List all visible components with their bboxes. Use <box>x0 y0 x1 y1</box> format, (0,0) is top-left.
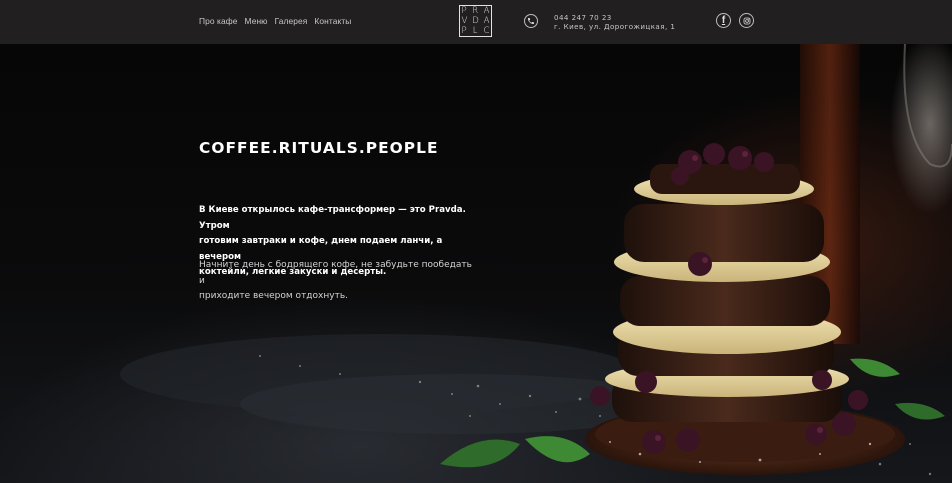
nav-link-menu[interactable]: Меню <box>245 16 268 26</box>
pravda-logo[interactable]: P R A V D A P L C <box>459 5 492 37</box>
logo-row: V D A <box>461 16 490 26</box>
nav-link-gallery[interactable]: Галерея <box>275 16 308 26</box>
address: г. Киев, ул. Дорогожицкая, 1 <box>554 21 676 31</box>
phone-icon[interactable] <box>524 14 538 28</box>
hero-body-text: Начните день с бодрящего кофе, не забудь… <box>199 260 472 301</box>
facebook-icon[interactable]: f <box>716 13 731 28</box>
logo-row: P L C <box>461 26 490 36</box>
site-header: Про кафе Меню Галерея Контакты P R A V D… <box>0 0 952 44</box>
phone-glyph <box>528 18 534 24</box>
main-nav: Про кафе Меню Галерея Контакты <box>199 16 351 26</box>
logo-row: P R A <box>461 6 490 16</box>
instagram-glyph <box>743 17 750 24</box>
nav-link-contacts[interactable]: Контакты <box>314 16 351 26</box>
instagram-icon[interactable] <box>739 13 754 28</box>
nav-link-about[interactable]: Про кафе <box>199 16 238 26</box>
hero-section: COFFEE.RITUALS.PEOPLE В Киеве открылось … <box>0 44 952 483</box>
hero-title: COFFEE.RITUALS.PEOPLE <box>199 139 439 157</box>
contact-info: 044 247 70 23 г. Киев, ул. Дорогожицкая,… <box>554 13 676 32</box>
